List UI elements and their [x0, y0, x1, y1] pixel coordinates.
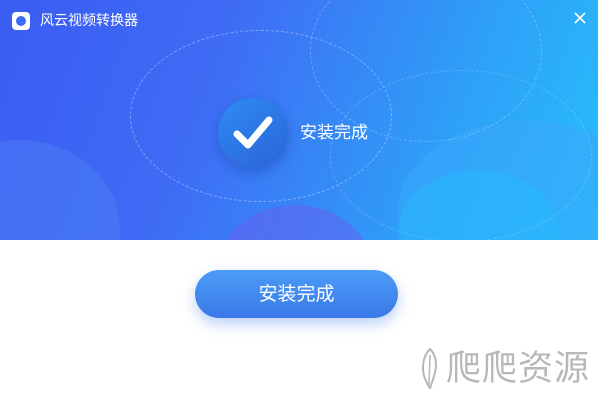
status-text: 安装完成: [300, 123, 368, 143]
decorative-blob: [0, 140, 120, 240]
install-status: 安装完成: [218, 98, 478, 168]
close-button[interactable]: [568, 6, 592, 30]
window-title: 风云视频转换器: [40, 13, 138, 29]
close-icon: [574, 12, 586, 24]
checkmark-icon: [233, 116, 273, 149]
watermark-text: 爬爬资源: [445, 349, 590, 389]
title-bar: 风云视频转换器: [0, 0, 598, 40]
app-logo-icon: [12, 12, 30, 30]
finish-button[interactable]: 安装完成: [195, 270, 398, 318]
success-badge: [218, 98, 288, 168]
watermark: 爬爬资源: [418, 344, 590, 394]
decorative-blob: [220, 205, 370, 240]
installer-window: 风云视频转换器 安装完成 安装完成 爬爬资源: [0, 0, 598, 400]
leaf-logo-icon: [421, 347, 437, 390]
